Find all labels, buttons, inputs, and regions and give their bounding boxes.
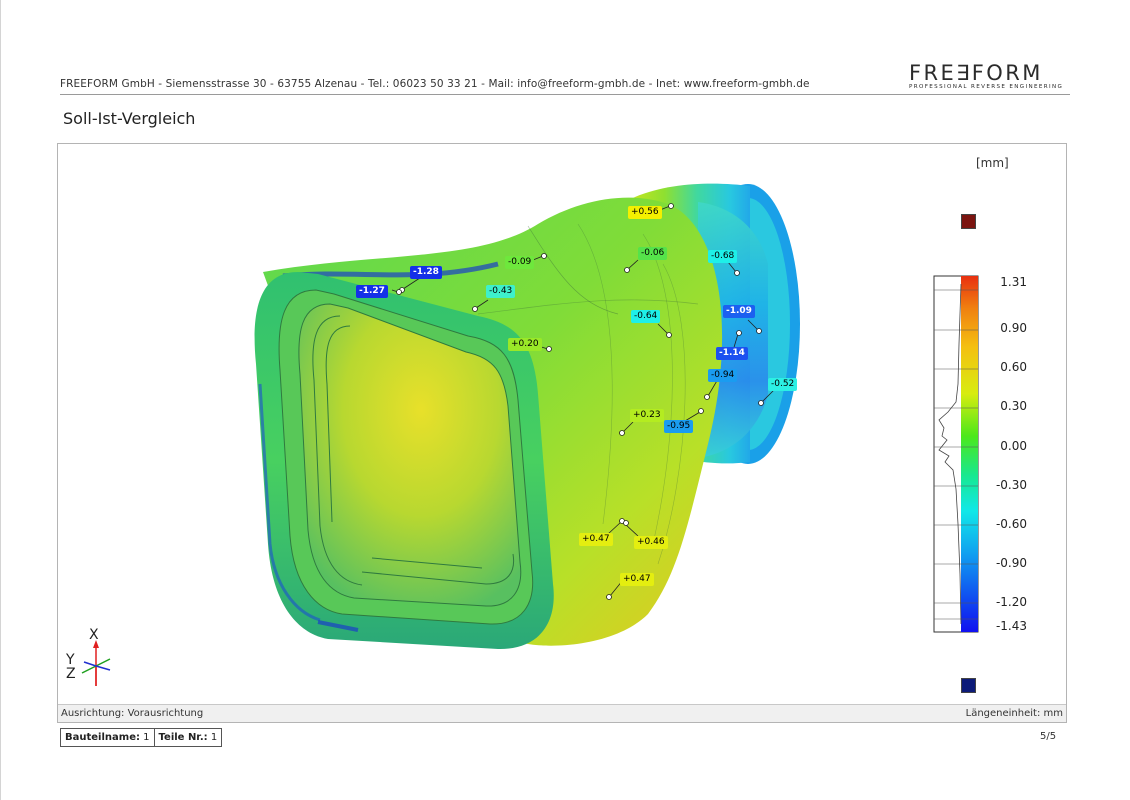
triad-x-label: X [89, 627, 99, 643]
part-name-value: 1 [143, 732, 150, 743]
alignment-label: Ausrichtung: Vorausrichtung [61, 708, 204, 719]
deviation-callout[interactable]: -0.09 [505, 256, 535, 269]
triad-z-label: Z [66, 666, 76, 682]
deviation-callout[interactable]: -1.28 [410, 266, 442, 279]
colorbar-tick-label: -1.20 [995, 595, 1027, 609]
colorbar-unit: [mm] [976, 156, 1009, 170]
deviation-callout[interactable]: +0.46 [634, 536, 668, 549]
part-number-value: 1 [210, 732, 218, 743]
report-frame: X Y Z [mm] 1.31 0.90 0.60 0.30 0.00 -0.3… [57, 143, 1067, 723]
length-unit-label: Längeneinheit: mm [965, 708, 1063, 719]
colorbar-tick-label: -0.90 [995, 556, 1027, 570]
page-title: Soll-Ist-Vergleich [63, 109, 196, 128]
deviation-callout[interactable]: -0.52 [768, 378, 798, 391]
colorbar-tick-label: -0.60 [995, 517, 1027, 531]
deviation-callout[interactable]: +0.20 [508, 338, 542, 351]
deviation-callout[interactable]: -0.94 [708, 369, 738, 382]
deviation-callout[interactable]: +0.47 [620, 573, 654, 586]
deviation-callout[interactable]: -0.06 [638, 247, 668, 260]
part-name-label: Bauteilname: [65, 732, 140, 743]
header-contact-line: FREEFORM GmbH - Siemensstrasse 30 - 6375… [60, 78, 810, 90]
header-divider [60, 94, 1070, 95]
company-logo: FRE∃FORM Professional Reverse Engineerin… [909, 61, 1071, 91]
page-edge [0, 0, 1, 800]
logo-tagline: Professional Reverse Engineering [909, 84, 1064, 90]
model-viewport[interactable] [58, 144, 1066, 704]
part-info-box: Bauteilname: 1 Teile Nr.: 1 [60, 728, 223, 747]
deviation-callout[interactable]: -0.95 [664, 420, 694, 433]
deviation-callout[interactable]: -0.64 [631, 310, 661, 323]
deviation-callout[interactable]: -1.14 [716, 347, 748, 360]
viewport-footer: Ausrichtung: Vorausrichtung Längeneinhei… [58, 704, 1066, 722]
page-number: 5/5 [1040, 731, 1057, 742]
deviation-callout[interactable]: +0.56 [628, 206, 662, 219]
colorbar-tick-label: -0.30 [995, 478, 1027, 492]
coordinate-triad-icon [81, 640, 111, 686]
colorbar-tick-label: -1.43 [995, 619, 1027, 633]
deviation-callout[interactable]: -1.27 [356, 285, 388, 298]
colorbar-tick-label: 0.00 [1000, 439, 1027, 453]
deviation-callout[interactable]: +0.23 [630, 409, 664, 422]
part-name-cell: Bauteilname: 1 [61, 729, 155, 746]
deviation-callout[interactable]: -0.68 [708, 250, 738, 263]
colorbar-under-swatch [961, 678, 976, 693]
colorbar-tick-label: 0.90 [1000, 321, 1027, 335]
deviation-callout[interactable]: -0.43 [486, 285, 516, 298]
colorbar-tick-label: 0.60 [1000, 360, 1027, 374]
colorbar-over-swatch [961, 214, 976, 229]
colorbar-tick-label: 0.30 [1000, 399, 1027, 413]
deviation-callout[interactable]: +0.47 [579, 533, 613, 546]
colorbar-tick-label: 1.31 [1000, 275, 1027, 289]
front-opening [254, 272, 554, 650]
deviation-callout[interactable]: -1.09 [723, 305, 755, 318]
part-number-label: Teile Nr.: [158, 732, 208, 743]
logo-wordmark: FRE∃FORM [909, 61, 1043, 85]
part-number-cell: Teile Nr.: 1 [155, 729, 222, 746]
